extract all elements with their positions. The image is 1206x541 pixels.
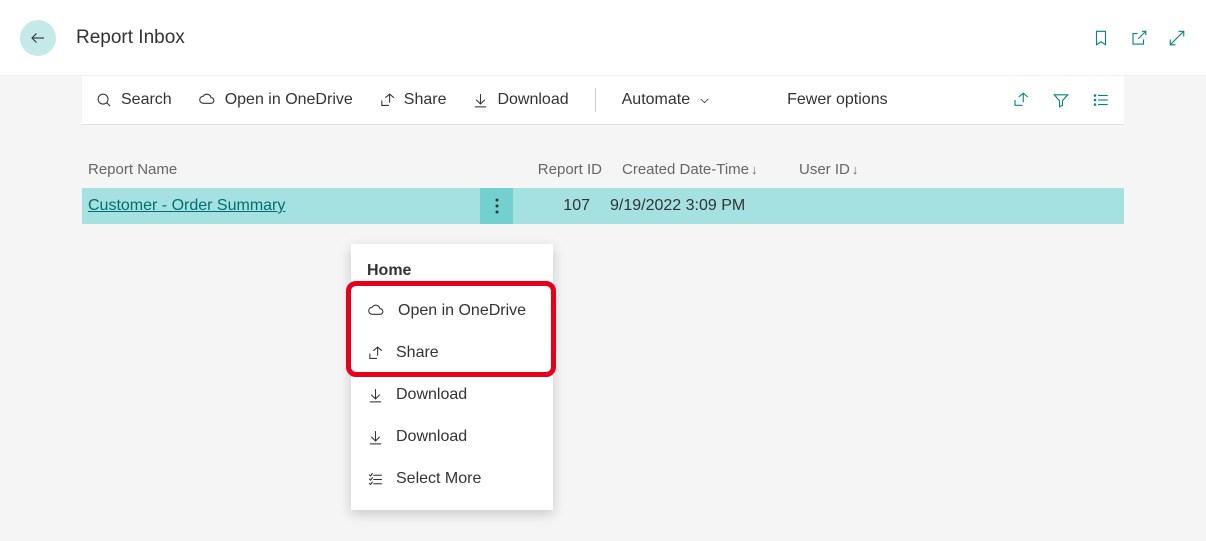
bookmark-icon	[1092, 29, 1110, 47]
content-area: Report Name Report ID Created Date-Time↓…	[82, 151, 1124, 224]
sort-down-icon: ↓	[751, 162, 758, 177]
sort-down-icon: ↓	[852, 162, 859, 177]
filter-button[interactable]	[1052, 91, 1070, 109]
ctx-share-label: Share	[396, 344, 439, 362]
share-icon	[367, 345, 384, 362]
share-button[interactable]: Share	[379, 91, 447, 109]
automate-label: Automate	[622, 91, 690, 109]
page-title: Report Inbox	[76, 27, 185, 49]
bookmark-button[interactable]	[1092, 29, 1110, 47]
app-header: Report Inbox	[0, 0, 1206, 76]
ctx-download-2[interactable]: Download	[351, 416, 553, 458]
ctx-share[interactable]: Share	[351, 332, 553, 374]
col-id-label: Report ID	[538, 161, 602, 178]
toolbar-right	[1012, 91, 1110, 109]
expand-button[interactable]	[1168, 29, 1186, 47]
toolbar-left: Search Open in OneDrive Share Download A…	[96, 88, 888, 112]
back-button[interactable]	[20, 20, 56, 56]
toolbar-divider	[595, 88, 596, 112]
col-header-date[interactable]: Created Date-Time↓	[602, 161, 795, 178]
col-user-label: User ID	[799, 161, 850, 178]
search-label: Search	[121, 91, 172, 109]
arrow-left-icon	[29, 29, 47, 47]
fewer-options-button[interactable]: Fewer options	[787, 91, 888, 109]
ctx-select-more[interactable]: Select More	[351, 458, 553, 500]
context-menu: Home Open in OneDrive Share Download Dow…	[351, 244, 553, 510]
chevron-down-icon	[698, 94, 711, 107]
ctx-onedrive-label: Open in OneDrive	[398, 302, 526, 320]
col-header-user[interactable]: User ID↓	[795, 161, 875, 178]
ctx-download2-label: Download	[396, 428, 467, 446]
cell-created-date: 9/19/2022 3:09 PM	[590, 197, 783, 215]
list-view-button[interactable]	[1092, 91, 1110, 109]
external-link-icon	[1130, 29, 1148, 47]
expand-icon	[1168, 29, 1186, 47]
download-icon	[367, 429, 384, 446]
ctx-download1-label: Download	[396, 386, 467, 404]
share-label: Share	[404, 91, 447, 109]
popup-button[interactable]	[1130, 29, 1148, 47]
table-row[interactable]: Customer - Order Summary 107 9/19/2022 3…	[82, 188, 1124, 224]
table-header: Report Name Report ID Created Date-Time↓…	[82, 151, 1124, 188]
header-left: Report Inbox	[20, 20, 185, 56]
cloud-icon	[198, 92, 217, 109]
col-name-label: Report Name	[88, 161, 177, 178]
share-icon	[1012, 91, 1030, 109]
report-link[interactable]: Customer - Order Summary	[88, 197, 285, 214]
onedrive-label: Open in OneDrive	[225, 91, 353, 109]
search-icon	[96, 92, 113, 109]
cloud-icon	[367, 303, 386, 320]
share-action-button[interactable]	[1012, 91, 1030, 109]
context-menu-header: Home	[351, 254, 553, 290]
col-header-id[interactable]: Report ID	[525, 161, 602, 178]
ctx-open-in-onedrive[interactable]: Open in OneDrive	[351, 290, 553, 332]
toolbar: Search Open in OneDrive Share Download A…	[82, 76, 1124, 125]
header-right	[1092, 29, 1186, 47]
download-icon	[367, 387, 384, 404]
share-icon	[379, 92, 396, 109]
search-button[interactable]: Search	[96, 91, 172, 109]
filter-icon	[1052, 91, 1070, 109]
ctx-selectmore-label: Select More	[396, 470, 481, 488]
list-icon	[1092, 91, 1110, 109]
col-header-name[interactable]: Report Name	[88, 161, 525, 178]
download-icon	[472, 92, 489, 109]
download-label: Download	[497, 91, 568, 109]
automate-button[interactable]: Automate	[622, 91, 711, 109]
fewer-options-label: Fewer options	[787, 91, 888, 109]
list-checked-icon	[367, 471, 384, 488]
cell-report-name: Customer - Order Summary	[82, 197, 425, 215]
more-vertical-icon	[495, 198, 499, 214]
cell-report-id: 107	[513, 197, 590, 215]
col-date-label: Created Date-Time	[622, 161, 749, 178]
more-actions-button[interactable]	[480, 188, 513, 224]
ctx-download-1[interactable]: Download	[351, 374, 553, 416]
onedrive-button[interactable]: Open in OneDrive	[198, 91, 353, 109]
download-button[interactable]: Download	[472, 91, 568, 109]
